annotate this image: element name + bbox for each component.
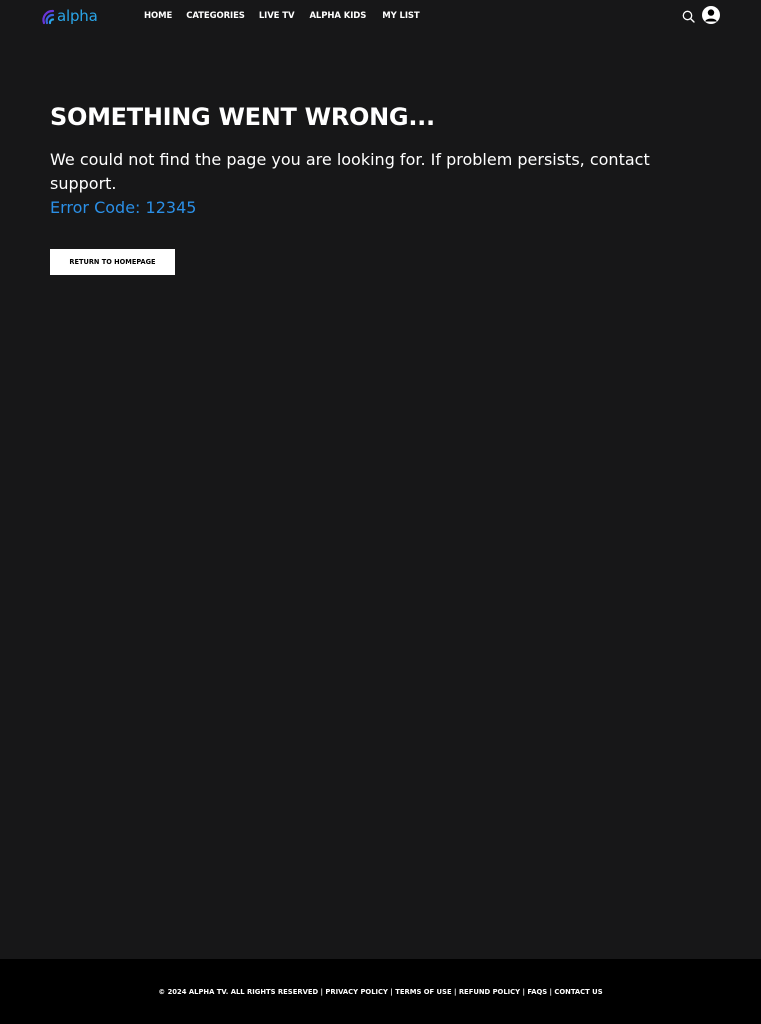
error-content: SOMETHING WENT WRONG... We could not fin… bbox=[50, 100, 690, 220]
nav-my-list[interactable]: MY LIST bbox=[382, 11, 419, 21]
nav-home[interactable]: HOME bbox=[144, 11, 172, 21]
top-navigation-bar: alpha HOME CATEGORIES LIVE TV ALPHA KIDS… bbox=[0, 0, 761, 34]
footer-separator: | bbox=[453, 987, 457, 996]
footer-link-contact-us[interactable]: CONTACT US bbox=[554, 988, 602, 996]
error-message: We could not find the page you are looki… bbox=[50, 150, 650, 193]
footer: © 2024 ALPHA TV. ALL RIGHTS RESERVED | P… bbox=[0, 959, 761, 1024]
main-nav: HOME CATEGORIES LIVE TV ALPHA KIDS MY LI… bbox=[144, 11, 420, 21]
logo-text: alpha bbox=[57, 7, 98, 25]
user-avatar-icon[interactable] bbox=[702, 6, 720, 24]
footer-separator: | bbox=[522, 987, 525, 996]
search-icon[interactable] bbox=[682, 10, 695, 23]
nav-alpha-kids[interactable]: ALPHA KIDS bbox=[309, 11, 366, 21]
error-code: Error Code: 12345 bbox=[50, 198, 197, 217]
footer-copyright: © 2024 ALPHA TV. ALL RIGHTS RESERVED bbox=[158, 987, 319, 996]
footer-separator: | bbox=[390, 987, 393, 996]
footer-link-faqs[interactable]: FAQS bbox=[527, 988, 547, 996]
alpha-logo[interactable]: alpha bbox=[38, 4, 98, 28]
nav-live-tv[interactable]: LIVE TV bbox=[259, 11, 295, 21]
footer-link-refund-policy[interactable]: REFUND POLICY bbox=[459, 988, 520, 996]
footer-separator: | bbox=[549, 987, 552, 996]
error-title: SOMETHING WENT WRONG... bbox=[50, 103, 435, 131]
nav-categories[interactable]: CATEGORIES bbox=[186, 11, 245, 21]
footer-separator: | bbox=[320, 987, 323, 996]
footer-link-terms-of-use[interactable]: TERMS OF USE bbox=[395, 988, 451, 996]
footer-link-privacy-policy[interactable]: PRIVACY POLICY bbox=[325, 988, 388, 996]
footer-links: © 2024 ALPHA TV. ALL RIGHTS RESERVED | P… bbox=[158, 988, 602, 996]
return-to-homepage-button[interactable]: RETURN TO HOMEPAGE bbox=[50, 249, 175, 275]
